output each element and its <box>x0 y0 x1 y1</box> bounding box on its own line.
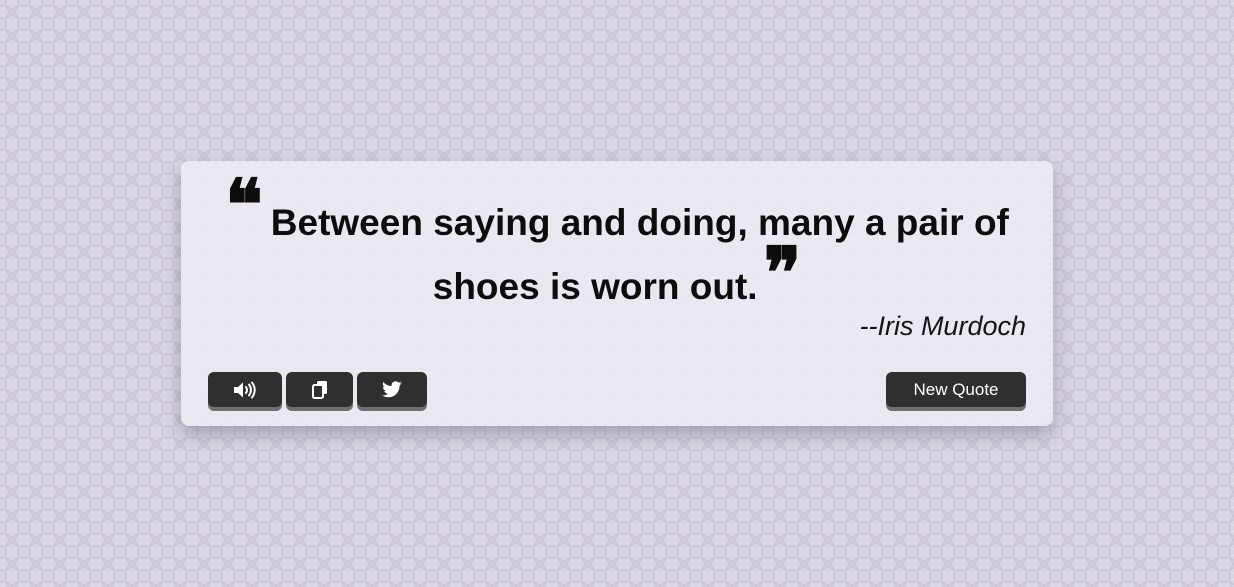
quote-text-block: ❝ Between saying and doing, many a pair o… <box>207 163 1027 317</box>
quote-text: Between saying and doing, many a pair of… <box>270 202 1009 307</box>
tweet-button[interactable] <box>357 372 427 407</box>
volume-icon <box>234 381 256 398</box>
twitter-icon <box>382 381 402 398</box>
copy-button[interactable] <box>286 372 353 407</box>
close-quote-icon: ❞ <box>763 231 802 314</box>
open-quote-icon: ❝ <box>225 163 263 246</box>
quote-author: --Iris Murdoch <box>859 311 1026 341</box>
quote-card: ❝ Between saying and doing, many a pair o… <box>181 161 1053 426</box>
new-quote-button[interactable]: New Quote <box>886 372 1026 407</box>
speak-button[interactable] <box>208 372 282 407</box>
copy-icon <box>311 381 327 399</box>
